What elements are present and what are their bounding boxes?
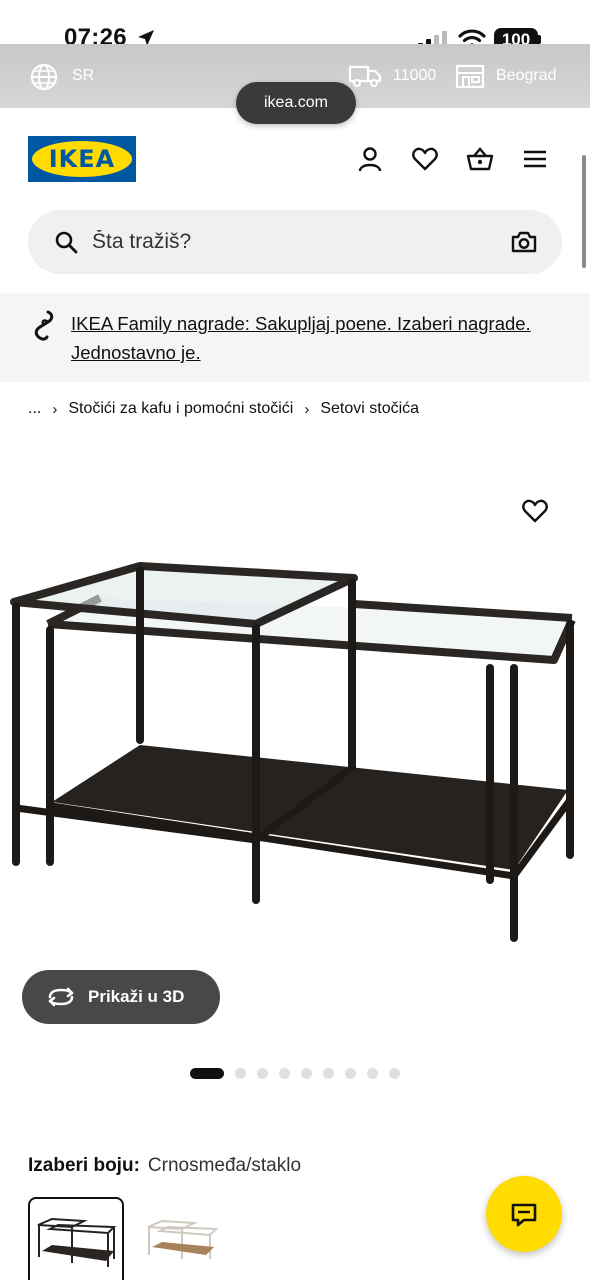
carousel-dot[interactable] <box>345 1068 356 1079</box>
swatch-black-brown-thumbnail <box>37 1217 117 1267</box>
language-selector[interactable]: SR <box>72 67 94 85</box>
store-icon[interactable] <box>455 63 485 89</box>
carousel-dot[interactable] <box>367 1068 378 1079</box>
breadcrumb-item-coffee-tables[interactable]: Stočići za kafu i pomoćni stočići <box>68 400 293 418</box>
basket-icon[interactable] <box>466 145 494 173</box>
family-banner-link[interactable]: IKEA Family nagrade: Sakupljaj poene. Iz… <box>71 309 531 367</box>
carousel-dot[interactable] <box>323 1068 334 1079</box>
color-selector: Izaberi boju: Crnosmeđa/staklo <box>28 1155 301 1177</box>
rotate-3d-icon <box>48 987 74 1007</box>
chat-icon <box>511 1203 537 1227</box>
carousel-dot[interactable] <box>301 1068 312 1079</box>
camera-icon[interactable] <box>511 230 537 254</box>
chat-button[interactable] <box>486 1176 562 1252</box>
store-city[interactable]: Beograd <box>496 67 557 85</box>
scrollbar[interactable] <box>582 155 586 268</box>
postal-code[interactable]: 11000 <box>393 67 436 85</box>
carousel-dot[interactable] <box>279 1068 290 1079</box>
wishlist-heart-icon[interactable] <box>521 498 549 524</box>
breadcrumb: ... › Stočići za kafu i pomoćni stočići … <box>28 400 419 418</box>
status-bar: 07:26 100 <box>0 0 590 52</box>
color-swatch-black-brown[interactable] <box>28 1197 124 1280</box>
breadcrumb-ellipsis[interactable]: ... <box>28 400 41 418</box>
swatch-white-brown-thumbnail <box>147 1219 219 1259</box>
family-swirl-icon <box>34 310 54 341</box>
menu-icon[interactable] <box>521 145 549 173</box>
heart-icon[interactable] <box>411 145 439 173</box>
carousel-dot[interactable] <box>389 1068 400 1079</box>
url-pill[interactable]: ikea.com <box>236 82 356 124</box>
search-icon <box>55 231 78 254</box>
user-icon[interactable] <box>356 145 384 173</box>
delivery-truck-icon[interactable] <box>348 63 382 89</box>
color-selector-value: Crnosmeđa/staklo <box>147 1155 302 1176</box>
search-input[interactable] <box>92 228 472 256</box>
color-selector-label: Izaberi boju: <box>28 1155 140 1176</box>
chevron-right-icon: › <box>52 400 58 418</box>
family-banner[interactable]: IKEA Family nagrade: Sakupljaj poene. Iz… <box>0 293 590 382</box>
carousel-dot[interactable] <box>257 1068 268 1079</box>
product-image[interactable] <box>0 440 590 960</box>
image-carousel-dots <box>190 1068 411 1079</box>
view-3d-label: Prikaži u 3D <box>88 987 185 1006</box>
carousel-dot[interactable] <box>235 1068 246 1079</box>
breadcrumb-item-table-sets[interactable]: Setovi stočića <box>320 400 419 418</box>
carousel-dot-active[interactable] <box>190 1068 224 1079</box>
battery-nub <box>538 35 541 44</box>
view-3d-button[interactable]: Prikaži u 3D <box>22 970 220 1024</box>
chevron-right-icon: › <box>304 400 310 418</box>
logo-text: IKEA <box>48 145 116 173</box>
search-bar[interactable] <box>28 210 562 274</box>
color-swatch-white-brown[interactable] <box>140 1197 236 1280</box>
globe-icon[interactable] <box>30 63 58 91</box>
ikea-logo[interactable]: IKEA <box>28 136 136 182</box>
